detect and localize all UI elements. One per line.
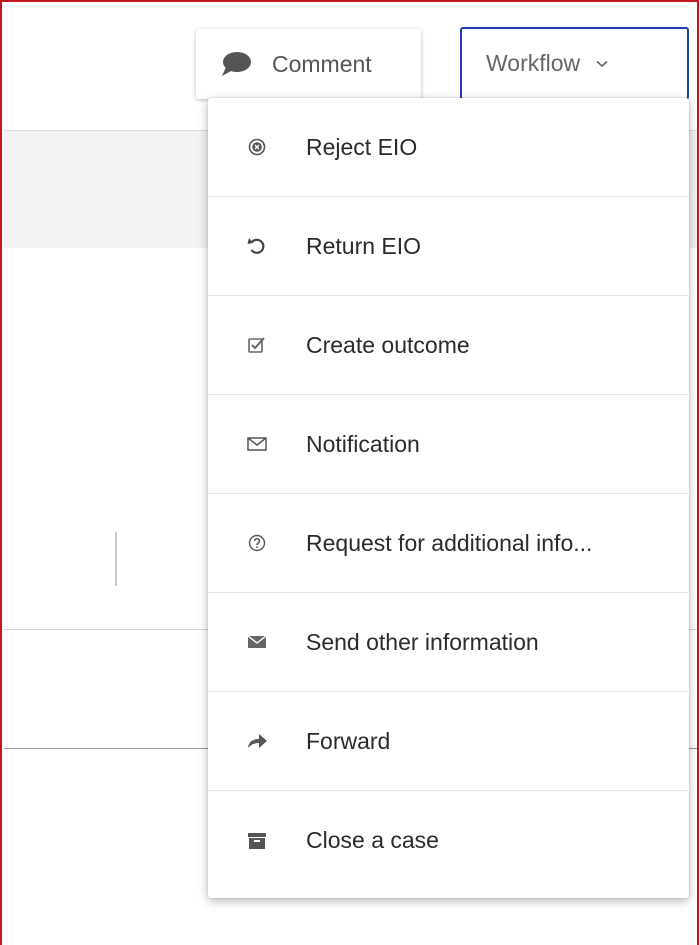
menu-item-label: Send other information xyxy=(306,628,539,655)
workflow-button-label: Workflow xyxy=(486,50,581,76)
screenshot-frame: Comment Workflow Reject EIO Return EIO C… xyxy=(0,0,699,945)
chevron-down-icon xyxy=(594,56,610,72)
archive-box-icon xyxy=(242,832,272,850)
menu-item-label: Request for additional info... xyxy=(306,529,593,556)
envelope-filled-icon xyxy=(242,634,272,650)
envelope-outline-icon xyxy=(242,436,272,452)
background-divider-vertical xyxy=(115,532,117,586)
speech-bubble-icon xyxy=(220,49,252,79)
workflow-button[interactable]: Workflow xyxy=(460,27,689,100)
reject-circle-icon xyxy=(242,138,272,156)
menu-item-reject-eio[interactable]: Reject EIO xyxy=(208,98,689,197)
workflow-dropdown-menu: Reject EIO Return EIO Create outcome Not… xyxy=(208,98,689,898)
menu-item-label: Create outcome xyxy=(306,331,470,358)
checkbox-icon xyxy=(242,335,272,355)
menu-item-request-additional-info[interactable]: Request for additional info... xyxy=(208,494,689,593)
menu-item-label: Close a case xyxy=(306,827,439,853)
comment-button[interactable]: Comment xyxy=(196,29,421,99)
question-circle-icon xyxy=(242,534,272,552)
return-arrow-icon xyxy=(242,236,272,256)
menu-item-close-a-case[interactable]: Close a case xyxy=(208,791,689,890)
comment-button-label: Comment xyxy=(272,50,372,77)
menu-item-return-eio[interactable]: Return EIO xyxy=(208,197,689,296)
menu-item-label: Forward xyxy=(306,727,391,754)
menu-item-send-other-information[interactable]: Send other information xyxy=(208,593,689,692)
forward-arrow-icon xyxy=(242,732,272,750)
menu-item-label: Reject EIO xyxy=(306,133,418,160)
menu-item-forward[interactable]: Forward xyxy=(208,692,689,791)
menu-item-notification[interactable]: Notification xyxy=(208,395,689,494)
menu-item-label: Notification xyxy=(306,430,420,457)
menu-item-create-outcome[interactable]: Create outcome xyxy=(208,296,689,395)
menu-item-label: Return EIO xyxy=(306,232,422,259)
